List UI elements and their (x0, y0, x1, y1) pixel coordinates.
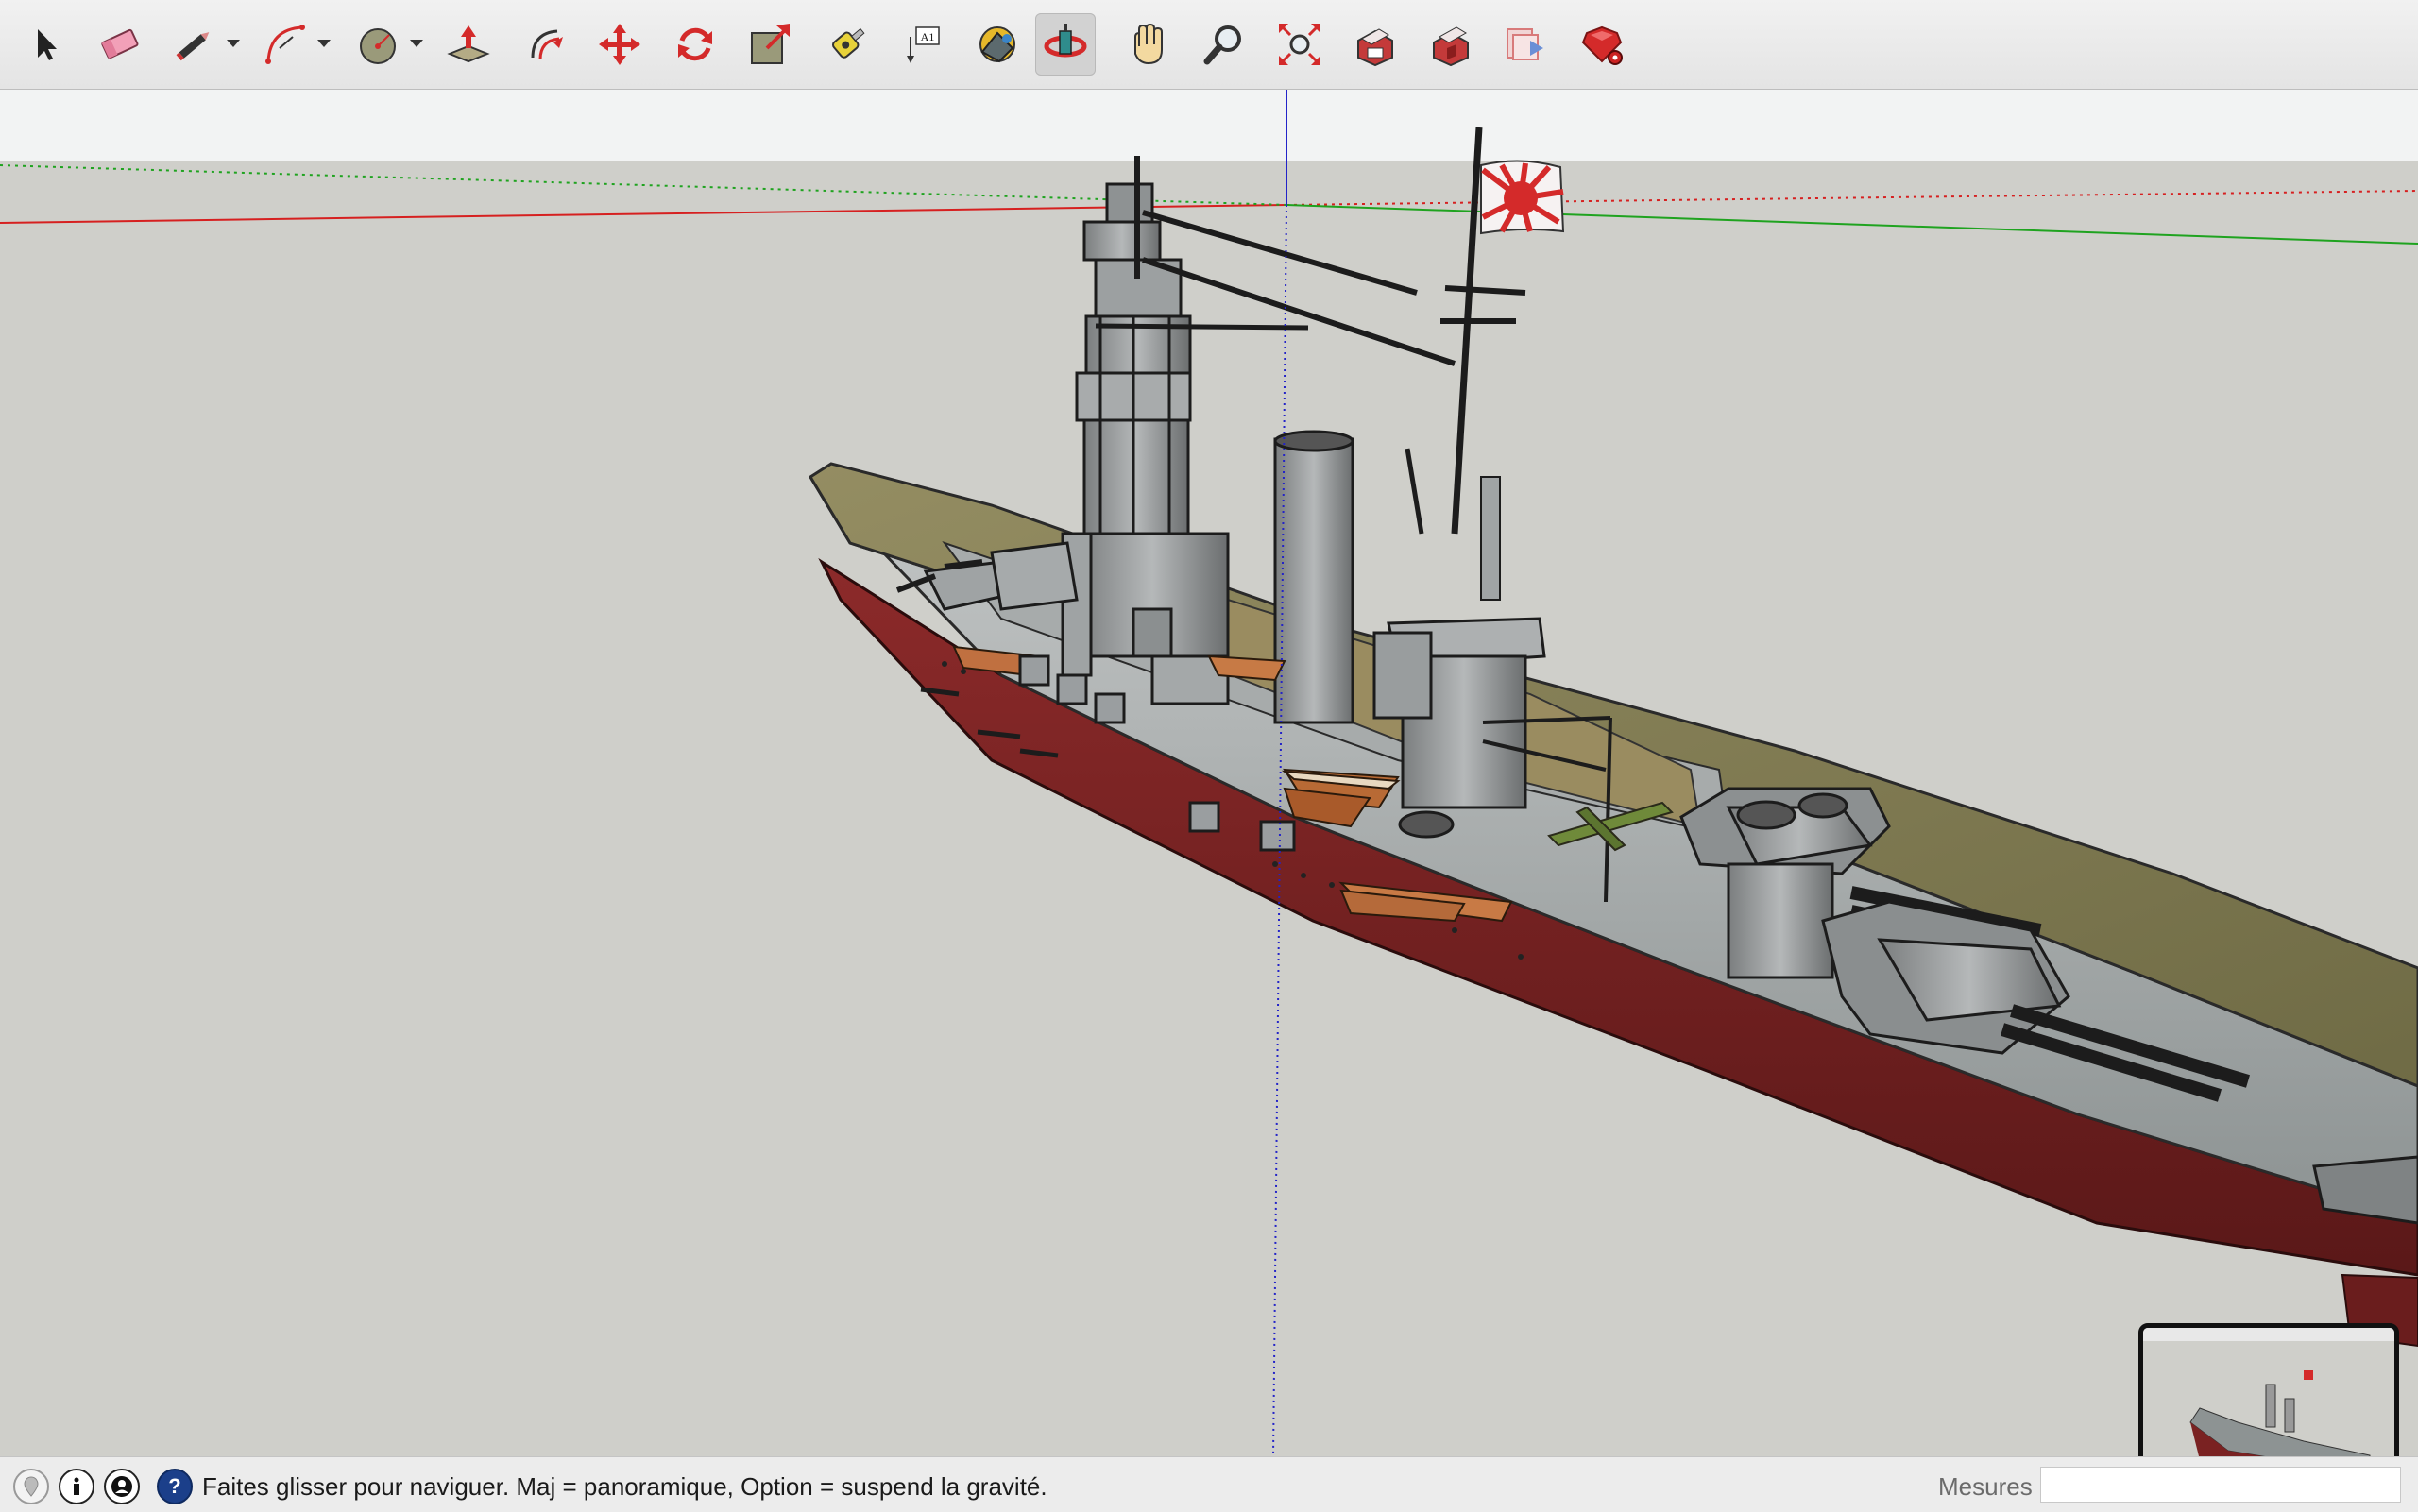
extension-manager-button[interactable] (1572, 13, 1632, 76)
red-axis (0, 204, 1287, 224)
user-account-icon[interactable] (104, 1469, 140, 1504)
green-axis-dotted (0, 164, 1287, 206)
zoom-extents-tool[interactable] (1269, 13, 1330, 76)
ruby-gem-icon (1581, 25, 1623, 65)
help-icon[interactable]: ? (157, 1469, 193, 1504)
geo-location-icon[interactable] (13, 1469, 49, 1504)
orbit-tool[interactable] (1035, 13, 1096, 76)
svg-text:A1: A1 (921, 30, 935, 43)
move-tool[interactable] (589, 13, 650, 76)
extension-icon (1433, 26, 1469, 67)
move-arrows-icon (599, 24, 640, 65)
arrow-cursor-icon (38, 29, 57, 60)
line-tool[interactable] (164, 13, 225, 76)
push-pull-icon (447, 25, 490, 63)
measurements-field[interactable] (2040, 1467, 2401, 1503)
eraser-icon (101, 28, 139, 59)
rising-sun-flag (1480, 160, 1565, 235)
scale-tool[interactable] (741, 13, 801, 76)
text-label-icon: A1 (907, 26, 940, 63)
funnel (1273, 430, 1354, 724)
pencil-icon (176, 32, 210, 61)
rotate-tool[interactable] (665, 13, 725, 76)
red-axis-dotted (1286, 190, 2418, 206)
extension-warehouse-button[interactable] (1421, 13, 1481, 76)
tape-measure-icon (832, 27, 865, 59)
pan-tool[interactable] (1118, 13, 1179, 76)
warehouse-icon (1357, 28, 1393, 67)
paint-bucket-icon (979, 26, 1015, 63)
model-scene (0, 90, 2418, 1457)
shape-tool-dropdown-icon[interactable] (410, 40, 423, 47)
toolbar: A1 (0, 0, 2418, 90)
hand-icon (1134, 23, 1163, 65)
tape-measure-tool[interactable] (816, 13, 877, 76)
paint-bucket-tool[interactable] (967, 13, 1028, 76)
line-tool-dropdown-icon[interactable] (227, 40, 240, 47)
magnifier-icon (1203, 25, 1241, 65)
green-axis (1286, 204, 2418, 245)
rotate-icon (678, 27, 712, 61)
offset-tool[interactable] (514, 13, 574, 76)
zoom-tool[interactable] (1194, 13, 1254, 76)
arc-tool-dropdown-icon[interactable] (317, 40, 331, 47)
shape-tool[interactable] (348, 13, 408, 76)
circle-icon (360, 28, 396, 64)
arc-tool[interactable] (255, 13, 315, 76)
zoom-extents-icon (1279, 24, 1320, 65)
status-message: Faites glisser pour naviguer. Maj = pano… (202, 1472, 1047, 1501)
3d-warehouse-button[interactable] (1345, 13, 1405, 76)
orbit-icon (1044, 24, 1087, 58)
send-to-layout-button[interactable] (1496, 13, 1557, 76)
push-pull-tool[interactable] (438, 13, 499, 76)
measurements-label: Mesures (1938, 1472, 2033, 1501)
credits-info-icon[interactable] (59, 1469, 94, 1504)
arc-icon (265, 25, 305, 64)
text-tool[interactable]: A1 (892, 13, 952, 76)
scale-icon (751, 24, 790, 64)
offset-icon (531, 29, 563, 60)
layout-icon (1507, 28, 1543, 60)
viewport-3d[interactable] (0, 90, 2418, 1457)
eraser-tool[interactable] (89, 13, 149, 76)
select-tool[interactable] (13, 13, 74, 76)
